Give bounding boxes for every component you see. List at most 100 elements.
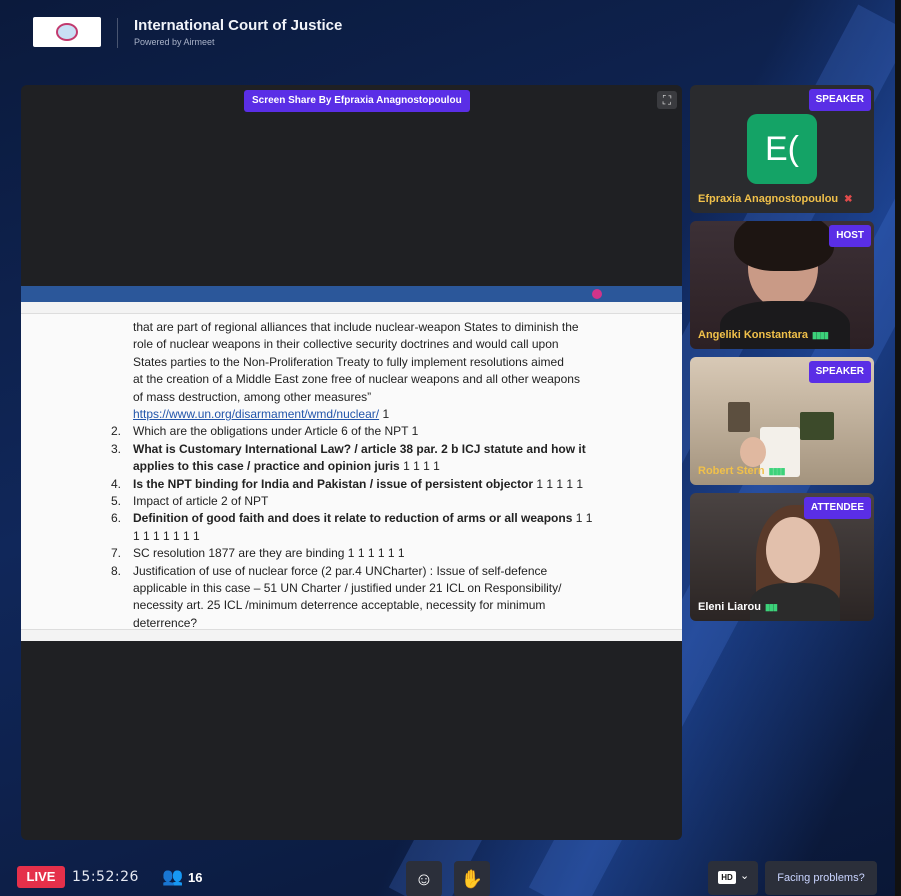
logo-mark <box>56 23 78 41</box>
chevron-down-icon: ⌄ <box>740 870 750 882</box>
emoji-reaction-button[interactable]: ☺ <box>406 861 442 896</box>
event-title: International Court of Justice <box>134 17 343 34</box>
mic-muted-icon: ✖ <box>844 194 853 205</box>
window-edge <box>895 0 901 896</box>
document-line-text: Which are the obligations under Article … <box>133 424 419 439</box>
document-line-text: at the creation of a Middle East zone fr… <box>133 372 580 387</box>
participant-name-text: Efpraxia Anagnostopoulou <box>698 193 839 205</box>
document-line-text: that are part of regional alliances that… <box>133 320 579 334</box>
participant-name: Efpraxia Anagnostopoulou ✖ <box>698 193 853 205</box>
avatar: E( <box>747 114 817 184</box>
document-title-bar <box>21 286 682 302</box>
document-line: Is the NPT binding for India and Pakista… <box>133 477 583 491</box>
document-line: necessity art. 25 ICL /minimum deterrenc… <box>133 598 545 612</box>
role-badge: SPEAKER <box>808 361 871 383</box>
top-bar: International Court of Justice Powered b… <box>0 0 901 66</box>
raise-hand-button[interactable]: ✋ <box>454 861 490 896</box>
people-icon[interactable]: 👥 <box>162 867 183 887</box>
document-body: that are part of regional alliances that… <box>21 314 682 628</box>
document-line-text: deterrence? <box>133 615 198 628</box>
document-line-text: applies to this case / practice and opin… <box>133 459 400 474</box>
document-line-text: of mass destruction, among other measure… <box>133 389 372 404</box>
document-line-suffix: 1 <box>379 407 390 421</box>
participant-name-text: Angeliki Konstantara <box>698 329 809 341</box>
document-line-text: Justification of use of nuclear force (2… <box>133 563 548 578</box>
document-line-text: necessity art. 25 ICL /minimum deterrenc… <box>133 598 546 613</box>
audio-level-icon: ▮▮▮ <box>764 602 778 612</box>
document-link[interactable]: https://www.un.org/disarmament/wmd/nucle… <box>133 407 379 421</box>
participant-tile[interactable]: ATTENDEE Eleni Liarou ▮▮▮ <box>690 493 874 621</box>
document-list-number: 3. <box>111 441 122 456</box>
hd-icon: HD <box>718 871 736 884</box>
document-line: applies to this case / practice and opin… <box>133 459 440 473</box>
document-line: that are part of regional alliances that… <box>133 320 579 334</box>
document-line-text: role of nuclear weapons in their collect… <box>133 337 559 352</box>
document-line: deterrence? <box>133 616 197 628</box>
document-line: applicable in this case – 51 UN Charter … <box>133 581 561 595</box>
document-line-text: Is the NPT binding for India and Pakista… <box>133 476 534 491</box>
document-line-text: 1 1 1 1 1 1 1 <box>133 528 200 543</box>
participant-tile[interactable]: HOST Angeliki Konstantara ▮▮▮▮ <box>690 221 874 349</box>
document-list-number: 2. <box>111 424 122 439</box>
session-clock: 15:52:26 <box>72 869 139 885</box>
bottom-bar: LIVE 15:52:26 👥 16 ☺ ✋ HD ⌄ Facing probl… <box>0 855 901 896</box>
document-line-text: States parties to the Non-Proliferation … <box>133 354 564 369</box>
document-line: Definition of good faith and does it rel… <box>133 511 592 525</box>
video-face <box>740 437 766 467</box>
document-line-suffix: 1 1 <box>572 511 593 526</box>
participant-tile[interactable]: SPEAKER Robert Stern ▮▮▮▮ <box>690 357 874 485</box>
role-badge: SPEAKER <box>808 89 871 111</box>
document-list-number: 7. <box>111 546 122 561</box>
facing-problems-button[interactable]: Facing problems? <box>765 861 877 895</box>
document-line-text: What is Customary International Law? / a… <box>133 441 586 456</box>
video-picture-frame <box>800 412 834 440</box>
document-line-text: SC resolution 1877 are they are binding … <box>133 546 405 561</box>
participant-tile[interactable]: SPEAKER E( Efpraxia Anagnostopoulou ✖ <box>690 85 874 213</box>
document-line: of mass destruction, among other measure… <box>133 390 371 404</box>
document-line: https://www.un.org/disarmament/wmd/nucle… <box>133 407 389 421</box>
document-line: What is Customary International Law? / a… <box>133 442 586 456</box>
document-line: Which are the obligations under Article … <box>133 424 418 438</box>
document-line-text: applicable in this case – 51 UN Charter … <box>133 581 562 595</box>
document-line: Justification of use of nuclear force (2… <box>133 564 547 578</box>
document-line: 1 1 1 1 1 1 1 <box>133 529 200 543</box>
participant-name: Angeliki Konstantara ▮▮▮▮ <box>698 329 829 341</box>
audio-level-icon: ▮▮▮▮ <box>812 330 829 340</box>
document-line: Impact of article 2 of NPT <box>133 494 268 508</box>
hand-icon: ✋ <box>460 869 484 889</box>
video-picture-frame <box>728 402 750 432</box>
event-logo <box>33 17 101 47</box>
video-quality-button[interactable]: HD ⌄ <box>708 861 758 895</box>
participant-name: Eleni Liarou ▮▮▮ <box>698 601 778 613</box>
document-line: SC resolution 1877 are they are binding … <box>133 546 405 560</box>
document-line-suffix: 1 1 1 1 1 <box>533 476 584 491</box>
participant-name-text: Robert Stern <box>698 465 765 477</box>
document-line: States parties to the Non-Proliferation … <box>133 355 564 369</box>
document-line-text: Definition of good faith and does it rel… <box>133 511 573 526</box>
live-badge: LIVE <box>17 866 65 888</box>
audio-level-icon: ▮▮▮▮ <box>768 466 786 476</box>
header-divider <box>117 18 118 48</box>
document-status-bar <box>21 629 682 641</box>
shared-document: that are part of regional alliances that… <box>21 286 682 641</box>
document-list-number: 4. <box>111 476 122 491</box>
expand-icon[interactable]: ⛶ <box>657 91 677 109</box>
document-line-text: Impact of article 2 of NPT <box>133 494 269 508</box>
document-list-number: 8. <box>111 563 122 578</box>
attendee-count: 16 <box>188 870 203 885</box>
role-badge: ATTENDEE <box>803 497 871 519</box>
user-avatar-icon <box>592 289 602 299</box>
main-stage: Screen Share By Efpraxia Anagnostopoulou… <box>21 85 682 840</box>
document-ribbon <box>21 302 682 314</box>
document-list-number: 5. <box>111 494 122 508</box>
participant-name: Robert Stern ▮▮▮▮ <box>698 465 786 477</box>
video-body <box>720 301 850 349</box>
participant-name-text: Eleni Liarou <box>698 601 761 613</box>
document-list-number: 6. <box>111 511 122 526</box>
document-line: at the creation of a Middle East zone fr… <box>133 372 580 386</box>
role-badge: HOST <box>829 225 871 247</box>
powered-by: Powered by Airmeet <box>134 37 215 47</box>
screen-share-badge: Screen Share By Efpraxia Anagnostopoulou <box>244 90 470 112</box>
video-hair <box>734 221 834 271</box>
video-face <box>766 517 820 583</box>
